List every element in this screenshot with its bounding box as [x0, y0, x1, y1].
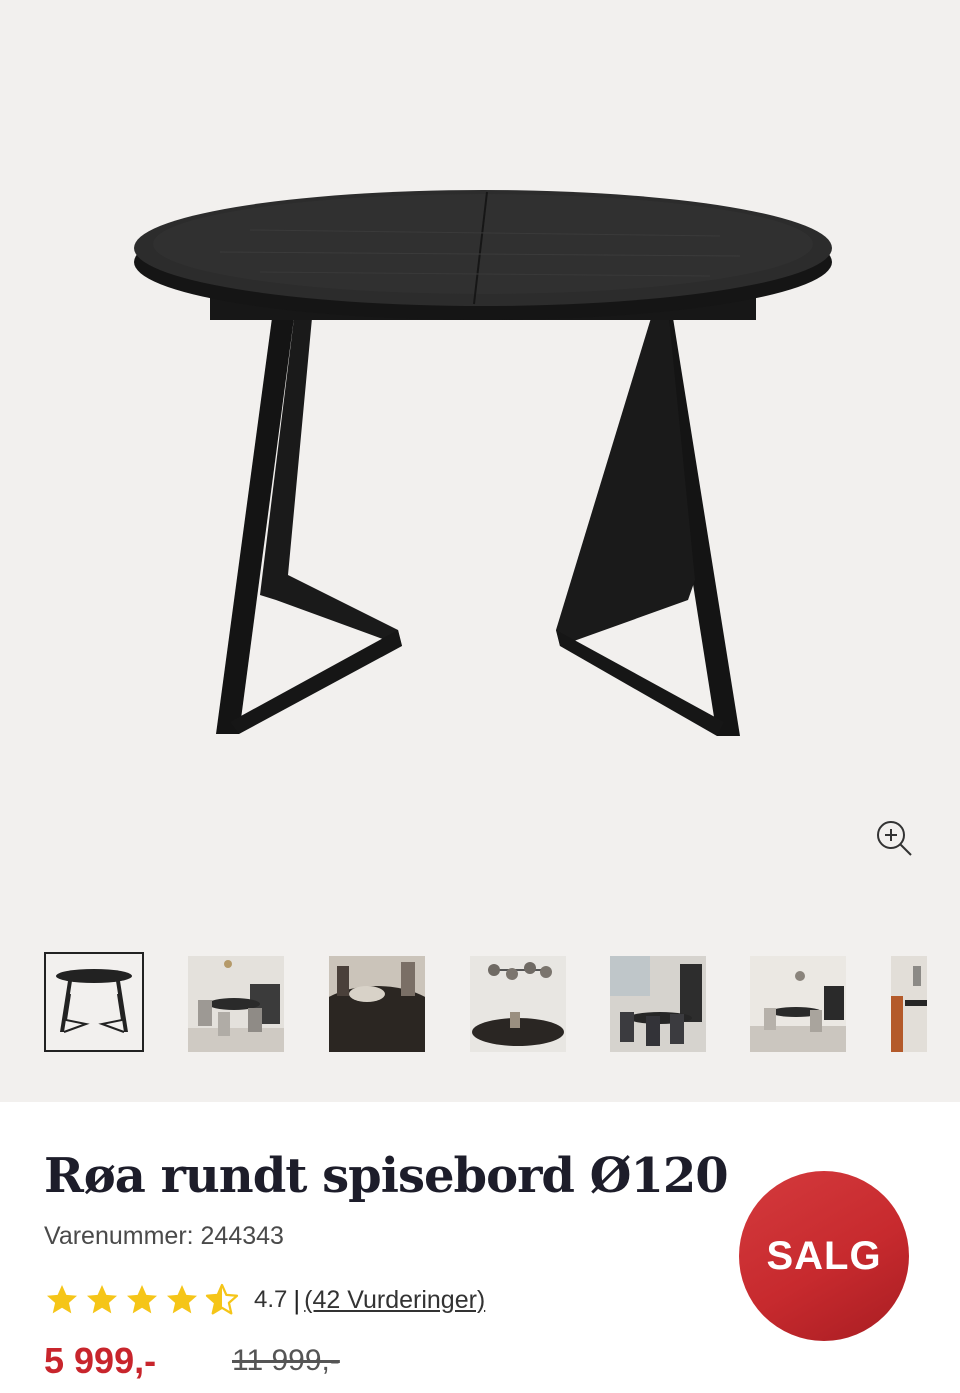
thumbnail-3[interactable]	[329, 956, 425, 1052]
tabletop-detail-thumbnail-image	[329, 956, 425, 1052]
rating-row: 4.7 | (42 Vurderinger)	[44, 1280, 485, 1320]
thumbnail-4[interactable]	[470, 956, 566, 1052]
sku-number: Varenummer: 244343	[44, 1222, 284, 1250]
product-title: Røa rundt spisebord Ø120	[44, 1148, 729, 1204]
star-full-icon	[127, 1285, 157, 1314]
star-full-icon	[167, 1285, 197, 1314]
dining-table-image	[134, 190, 832, 736]
rating-value: 4.7	[254, 1286, 288, 1313]
star-full-icon	[87, 1285, 117, 1314]
zoom-button[interactable]	[872, 816, 916, 860]
reviews-link[interactable]: (42 Vurderinger)	[304, 1286, 485, 1315]
thumbnail-strip	[44, 952, 960, 1056]
product-gallery	[0, 0, 960, 1102]
star-full-icon	[47, 1285, 77, 1314]
rating-separator: |	[293, 1284, 301, 1315]
thumbnail-5[interactable]	[610, 956, 706, 1052]
rating-stars	[44, 1282, 240, 1318]
orange-chair-thumbnail-image	[891, 956, 927, 1052]
dark-chairs-thumbnail-image	[610, 956, 706, 1052]
sale-badge: SALG	[739, 1171, 909, 1341]
star-half-icon	[205, 1283, 239, 1315]
thumbnail-6[interactable]	[750, 956, 846, 1052]
old-price: 11 999,-	[232, 1344, 340, 1377]
thumbnail-2[interactable]	[188, 956, 284, 1052]
table-thumbnail-image	[56, 969, 132, 1033]
thumbnail-1[interactable]	[44, 952, 144, 1052]
main-product-image[interactable]	[0, 0, 960, 920]
thumbnail-7[interactable]	[891, 956, 927, 1052]
zoom-in-icon	[877, 821, 912, 856]
current-price: 5 999,-	[44, 1340, 157, 1381]
dining-room-thumbnail-image	[750, 956, 846, 1052]
room-scene-thumbnail-image	[188, 956, 284, 1052]
pendant-lamp-thumbnail-image	[470, 956, 566, 1052]
